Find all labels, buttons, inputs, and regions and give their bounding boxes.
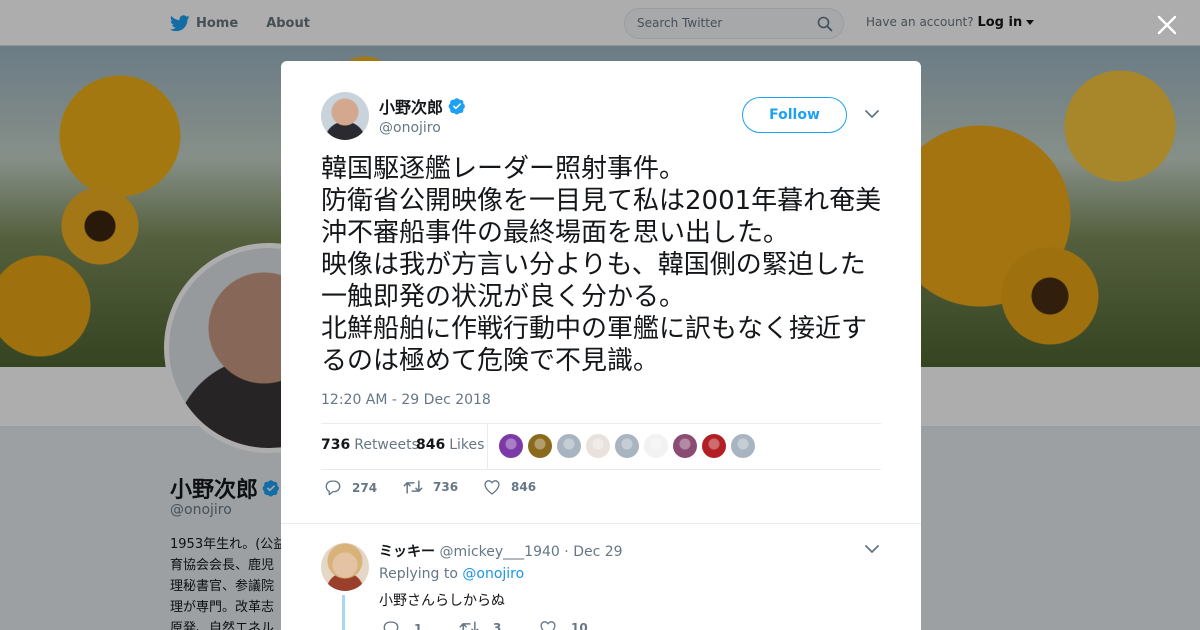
- reply-date[interactable]: Dec 29: [573, 544, 622, 560]
- follow-button[interactable]: Follow: [742, 97, 847, 133]
- thread-line: [342, 595, 345, 630]
- reply-icon: [325, 480, 341, 496]
- heart-icon: [540, 621, 556, 630]
- reply-like-action[interactable]: 10: [539, 620, 588, 630]
- like-count: 846: [511, 480, 537, 494]
- liker-avatars: [499, 434, 760, 458]
- tweet-stats: 736 Retweets 846 Likes: [321, 423, 881, 470]
- retweets-label: Retweets: [354, 437, 419, 453]
- author-handle[interactable]: @onojiro: [379, 120, 441, 136]
- liker-avatar[interactable]: [586, 434, 610, 458]
- close-icon[interactable]: [1156, 14, 1178, 36]
- liker-avatar[interactable]: [557, 434, 581, 458]
- retweet-icon: [459, 621, 479, 630]
- reply-header: ミッキー @mickey___1940 · Dec 29: [379, 541, 623, 561]
- reply-separator: ·: [564, 544, 569, 560]
- reply-author-avatar[interactable]: [321, 543, 369, 591]
- liker-avatar[interactable]: [615, 434, 639, 458]
- like-action[interactable]: 846: [483, 479, 536, 495]
- reply-reply-action[interactable]: 1: [382, 620, 422, 630]
- likes-count: 846: [416, 437, 446, 453]
- replying-to-label: Replying to: [379, 566, 458, 582]
- verified-badge-icon: [448, 98, 465, 115]
- tweet-text: 韓国駆逐艦レーダー照射事件。 防衛省公開映像を一目見て私は2001年暮れ奄美沖不…: [321, 154, 882, 376]
- author-name[interactable]: 小野次郎: [379, 94, 466, 118]
- likes-stat[interactable]: 846 Likes: [416, 437, 484, 453]
- reply-action[interactable]: 274: [324, 479, 377, 496]
- replying-to-mention[interactable]: @onojiro: [462, 566, 524, 582]
- likes-label: Likes: [449, 437, 485, 453]
- stats-divider: [487, 424, 488, 469]
- tweet-modal: 小野次郎 @onojiro Follow 韓国駆逐艦レーダー照射事件。 防衛省公…: [281, 61, 921, 630]
- liker-avatar[interactable]: [528, 434, 552, 458]
- retweet-action[interactable]: 736: [403, 479, 458, 495]
- reply-retweet-count: 3: [493, 621, 502, 630]
- retweets-count: 736: [321, 437, 351, 453]
- retweet-icon: [403, 480, 423, 494]
- reply-like-count: 10: [571, 621, 588, 630]
- author-name-text: 小野次郎: [379, 98, 444, 117]
- tweet-timestamp[interactable]: 12:20 AM - 29 Dec 2018: [321, 392, 491, 408]
- reply-count: 274: [352, 480, 378, 495]
- reply-author-handle[interactable]: @mickey___1940: [439, 544, 559, 560]
- tweet-actions: 274 736 846: [321, 479, 881, 503]
- reply-icon: [383, 621, 399, 630]
- liker-avatar[interactable]: [731, 434, 755, 458]
- reply-divider: [281, 523, 921, 524]
- retweet-count: 736: [433, 480, 459, 494]
- liker-avatar[interactable]: [702, 434, 726, 458]
- liker-avatar[interactable]: [673, 434, 697, 458]
- replying-to: Replying to @onojiro: [379, 566, 524, 582]
- reply-actions: 1 3 10: [379, 620, 679, 630]
- chevron-down-icon[interactable]: [865, 544, 879, 554]
- reply-reply-count: 1: [414, 621, 423, 630]
- heart-icon: [484, 480, 500, 495]
- liker-avatar[interactable]: [499, 434, 523, 458]
- reply-author-name[interactable]: ミッキー: [379, 544, 435, 560]
- liker-avatar[interactable]: [644, 434, 668, 458]
- author-avatar[interactable]: [321, 92, 369, 140]
- chevron-down-icon[interactable]: [865, 109, 879, 119]
- retweets-stat[interactable]: 736 Retweets: [321, 437, 419, 453]
- reply-text: 小野さんらしからぬ: [379, 593, 505, 609]
- reply-retweet-action[interactable]: 3: [459, 620, 501, 630]
